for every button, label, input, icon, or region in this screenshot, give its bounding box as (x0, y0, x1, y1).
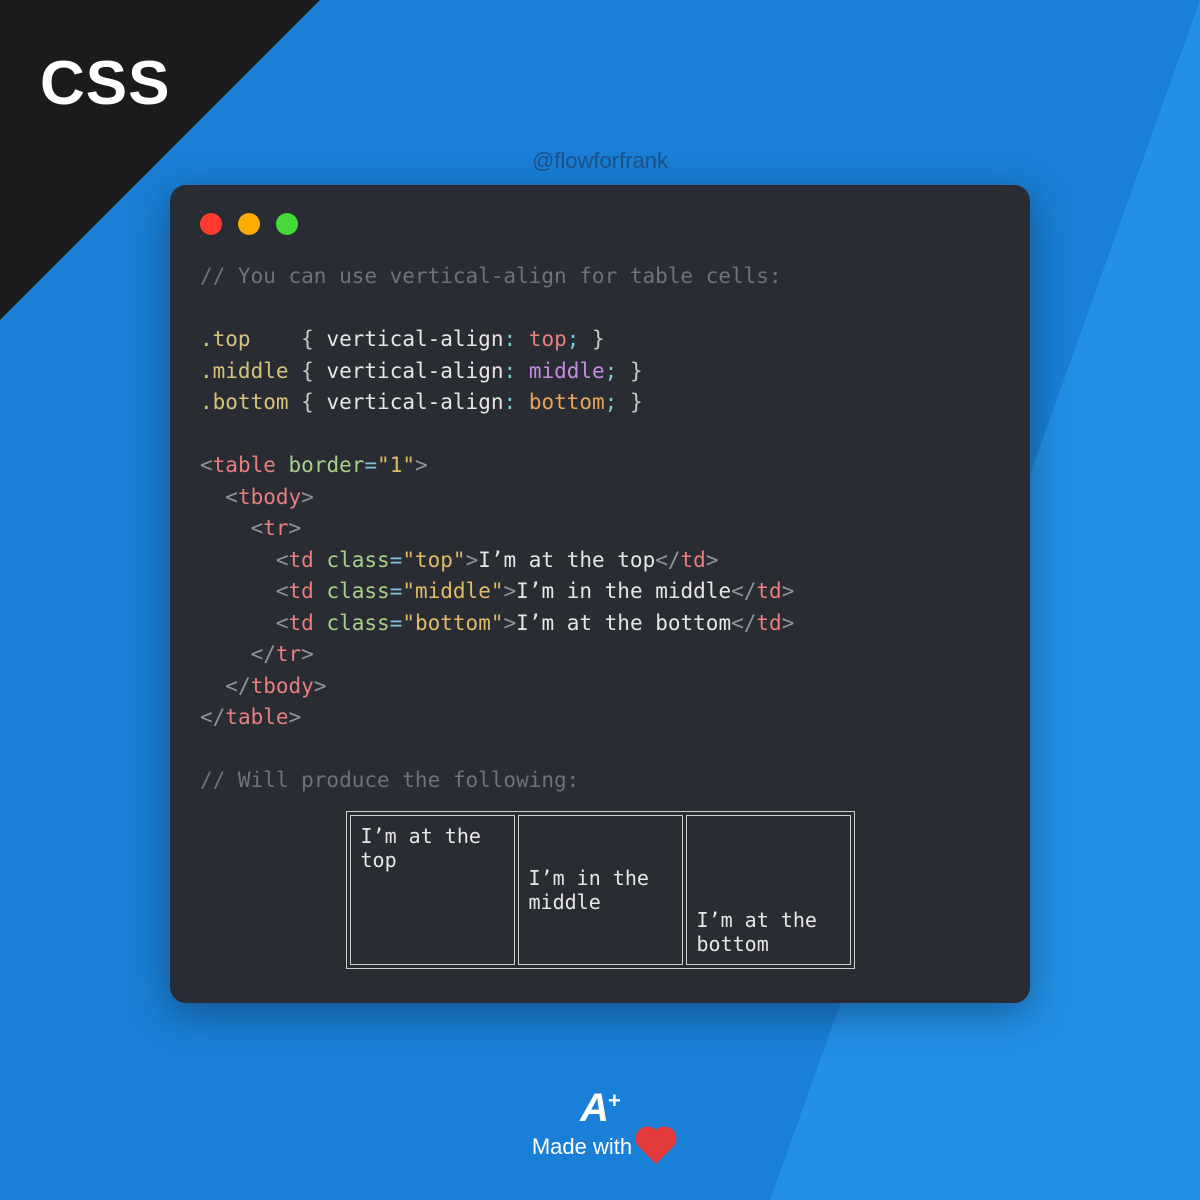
author-handle: @flowforfrank (0, 148, 1200, 174)
demo-output: I’m at the top I’m in the middle I’m at … (200, 811, 1000, 969)
demo-table: I’m at the top I’m in the middle I’m at … (346, 811, 855, 969)
close-icon[interactable] (200, 213, 222, 235)
code-window: // You can use vertical-align for table … (170, 185, 1030, 1003)
code-comment: // Will produce the following: (200, 768, 579, 792)
table-row: I’m at the top I’m in the middle I’m at … (350, 815, 851, 965)
logo: A+ (0, 1088, 1200, 1128)
corner-badge-label: CSS (40, 48, 170, 119)
code-comment: // You can use vertical-align for table … (200, 264, 782, 288)
heart-icon (639, 1130, 673, 1164)
demo-cell-middle: I’m in the middle (518, 815, 683, 965)
made-with: Made with (0, 1134, 1200, 1160)
window-controls (200, 213, 1000, 235)
footer: A+ Made with (0, 1088, 1200, 1160)
made-with-label: Made with (532, 1134, 632, 1160)
code-block: // You can use vertical-align for table … (200, 261, 1000, 797)
demo-cell-bottom: I’m at the bottom (686, 815, 851, 965)
minimize-icon[interactable] (238, 213, 260, 235)
maximize-icon[interactable] (276, 213, 298, 235)
demo-cell-top: I’m at the top (350, 815, 515, 965)
